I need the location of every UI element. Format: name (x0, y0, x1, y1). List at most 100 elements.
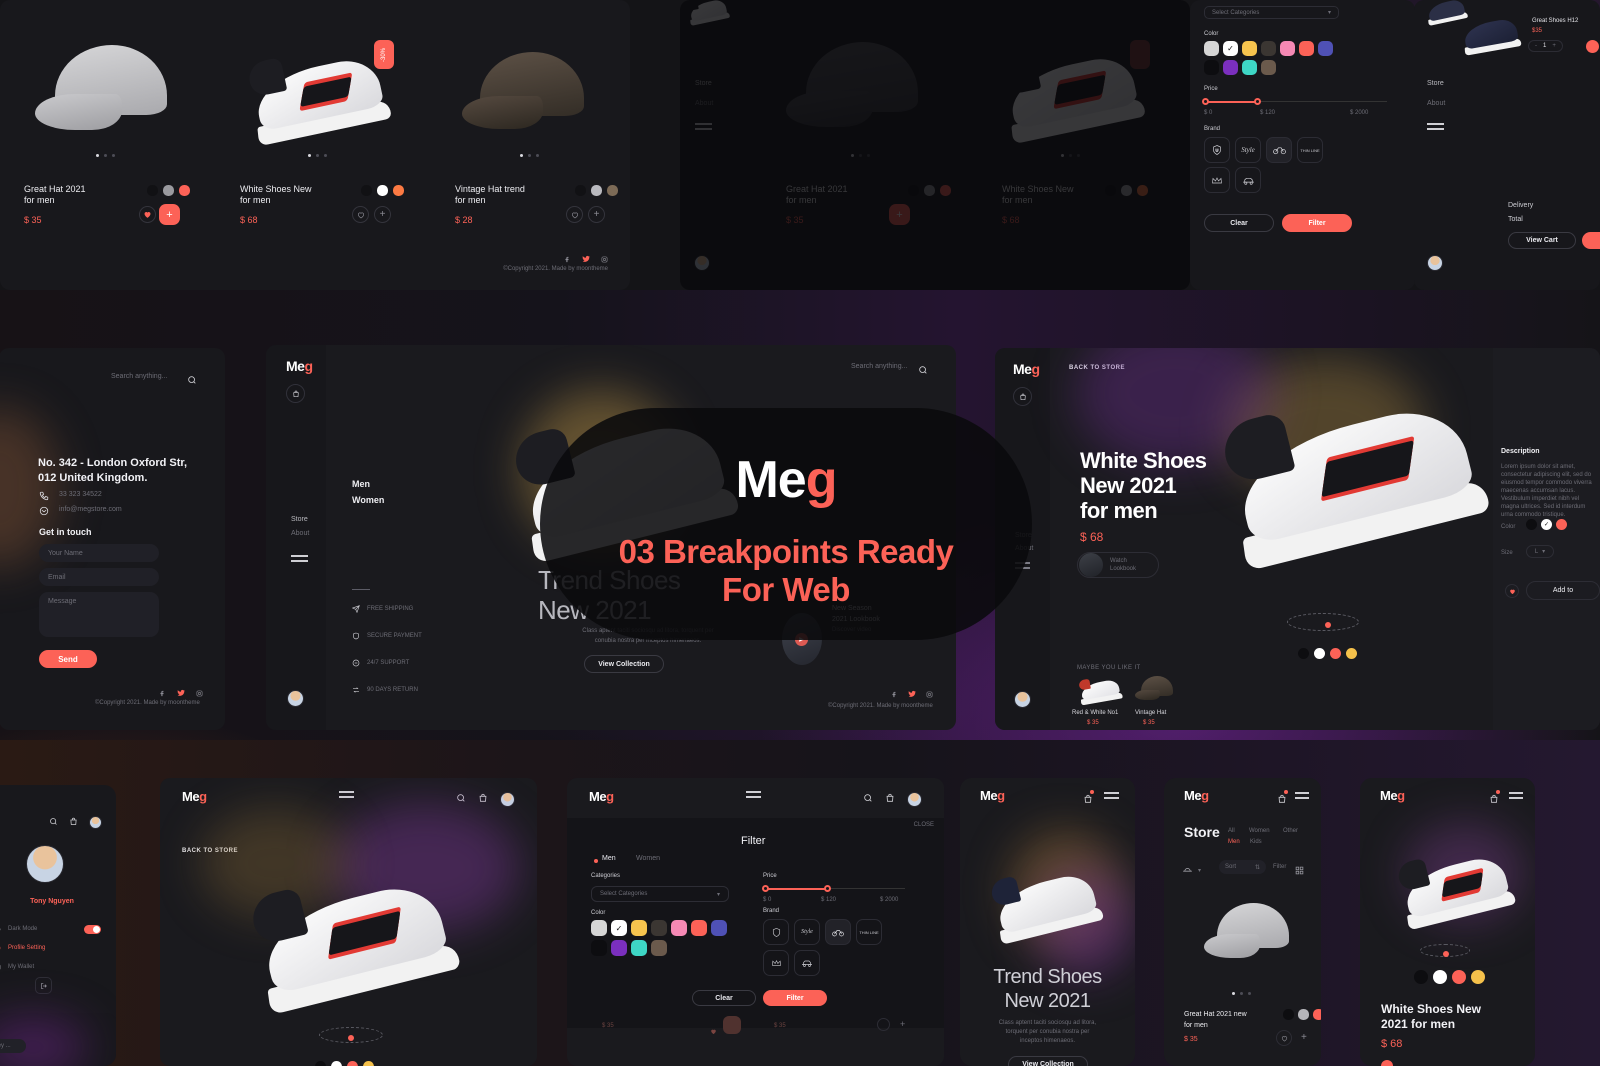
filter-button[interactable]: Filter (1273, 864, 1286, 870)
logo[interactable]: Meg (286, 358, 313, 374)
tab-men[interactable]: Men (602, 855, 616, 862)
menu-item-dark-mode[interactable]: Dark Mode (0, 920, 111, 938)
carousel-dots[interactable] (851, 154, 870, 157)
logo[interactable]: Meg (589, 789, 614, 804)
search-icon[interactable] (49, 813, 58, 831)
color-swatches[interactable] (361, 185, 404, 196)
carousel-dots[interactable] (1232, 992, 1251, 995)
search-icon[interactable] (456, 790, 466, 808)
grid-view-icon[interactable] (1295, 862, 1304, 880)
nav-item-about[interactable]: About (695, 100, 713, 107)
categories-select[interactable]: Select Categories ▾ (591, 886, 729, 902)
menu-icon[interactable] (1427, 123, 1445, 130)
nav-item-men[interactable]: Men (352, 479, 370, 489)
social-links[interactable] (891, 685, 933, 703)
rotation-handle[interactable] (1443, 951, 1449, 957)
remove-item-button[interactable] (1586, 40, 1599, 53)
sort-icon[interactable]: ⇅ (1255, 864, 1260, 871)
nav-item-store[interactable]: Store (695, 80, 713, 87)
menu-item-my-wallet[interactable]: My Wallet (0, 958, 111, 976)
related-product-image[interactable] (1077, 673, 1123, 705)
menu-icon[interactable] (1104, 792, 1119, 799)
bag-icon[interactable] (1083, 790, 1094, 809)
color-swatches[interactable] (147, 185, 190, 196)
menu-icon[interactable] (291, 555, 308, 562)
nav-item-about[interactable]: About (1427, 100, 1445, 107)
close-button[interactable]: CLOSE (914, 822, 934, 828)
brand-thin-line-icon[interactable]: THIN LINE (856, 919, 882, 945)
logo[interactable]: Meg (1184, 788, 1209, 803)
bag-icon[interactable] (1489, 790, 1500, 809)
tab-other[interactable]: Other (1283, 828, 1298, 834)
search-input[interactable]: Search anything... (111, 373, 167, 380)
sort-control[interactable]: Sort ⇅ (1219, 860, 1266, 874)
clear-button[interactable]: Clear (1204, 214, 1274, 232)
menu-icon[interactable] (339, 791, 354, 798)
bag-icon[interactable] (1013, 387, 1032, 406)
bag-icon[interactable] (478, 790, 488, 808)
menu-icon[interactable] (1295, 792, 1309, 799)
color-swatch-row-2[interactable] (1204, 60, 1276, 75)
menu-icon[interactable] (746, 791, 761, 798)
nav-item-women[interactable]: Women (352, 495, 384, 505)
size-select[interactable]: L ▾ (1526, 545, 1554, 558)
brand-bike-icon[interactable] (1266, 137, 1292, 163)
sidebar-item-about[interactable]: About (291, 530, 309, 537)
add-button[interactable]: + (900, 1019, 905, 1029)
favorite-button[interactable] (1381, 1060, 1393, 1066)
color-swatches[interactable] (908, 185, 951, 196)
color-dots[interactable] (1414, 970, 1485, 984)
tab-all[interactable]: All (1228, 828, 1235, 834)
location-chip[interactable]: Sydney ... (0, 1039, 26, 1053)
name-field[interactable]: Your Name (39, 544, 159, 562)
bag-icon[interactable] (286, 384, 305, 403)
favorite-button[interactable] (877, 1018, 890, 1031)
qty-plus[interactable]: + (1552, 43, 1556, 49)
view-cart-button[interactable]: View Cart (1508, 232, 1576, 249)
carousel-dots[interactable] (520, 154, 539, 157)
tab-women[interactable]: Women (1249, 828, 1270, 834)
heart-icon[interactable] (710, 1022, 717, 1040)
avatar-icon[interactable] (907, 791, 922, 807)
price-slider-handle-max[interactable] (1254, 98, 1261, 105)
chevron-down-icon[interactable]: ▾ (1328, 9, 1331, 16)
bag-icon[interactable] (885, 790, 895, 808)
menu-icon[interactable] (1509, 792, 1523, 799)
avatar[interactable] (287, 690, 304, 707)
related-product-image[interactable] (1135, 676, 1175, 702)
menu-icon[interactable] (695, 123, 713, 130)
brand-thin-line-icon[interactable]: THIN LINE (1297, 137, 1323, 163)
price-slider-handle-max[interactable] (824, 885, 831, 892)
brand-shield-icon[interactable] (763, 919, 789, 945)
filter-button[interactable]: Filter (1282, 214, 1352, 232)
chevron-down-icon[interactable]: ▾ (717, 891, 720, 898)
search-icon[interactable] (187, 372, 197, 390)
brand-car-icon[interactable] (794, 950, 820, 976)
category-select[interactable]: ▾ (1181, 861, 1201, 879)
avatar[interactable] (1014, 691, 1031, 708)
view-collection-button[interactable]: View Collection (584, 655, 664, 673)
tab-women[interactable]: Women (636, 855, 660, 862)
view-collection-button[interactable]: View Collection (1008, 1056, 1088, 1066)
brand-car-icon[interactable] (1235, 167, 1261, 193)
email-field[interactable]: Email (39, 568, 159, 586)
checkout-button[interactable]: Ch (1582, 232, 1600, 249)
dark-mode-toggle[interactable] (84, 924, 101, 934)
color-dots[interactable] (315, 1061, 374, 1066)
color-swatch-row-1[interactable]: ✓ (1204, 41, 1333, 56)
color-swatches[interactable] (575, 185, 618, 196)
watch-lookbook-button[interactable]: Watch Lookbook (1077, 552, 1159, 578)
add-to-cart-button[interactable]: + (889, 204, 910, 225)
rotation-track[interactable] (1287, 613, 1359, 631)
sidebar-item-store[interactable]: Store (291, 516, 308, 523)
send-button[interactable]: Send (39, 650, 97, 668)
facebook-icon[interactable] (891, 685, 898, 703)
search-icon[interactable] (918, 362, 928, 380)
price-slider-handle-min[interactable] (1202, 98, 1209, 105)
bag-icon[interactable] (1277, 790, 1288, 809)
brand-shield-icon[interactable]: U (1204, 137, 1230, 163)
avatar[interactable] (694, 255, 710, 271)
price-slider-handle-min[interactable] (762, 885, 769, 892)
add-to-cart-button[interactable]: Add to (1526, 581, 1600, 600)
brand-script-icon[interactable]: Style (1235, 137, 1261, 163)
